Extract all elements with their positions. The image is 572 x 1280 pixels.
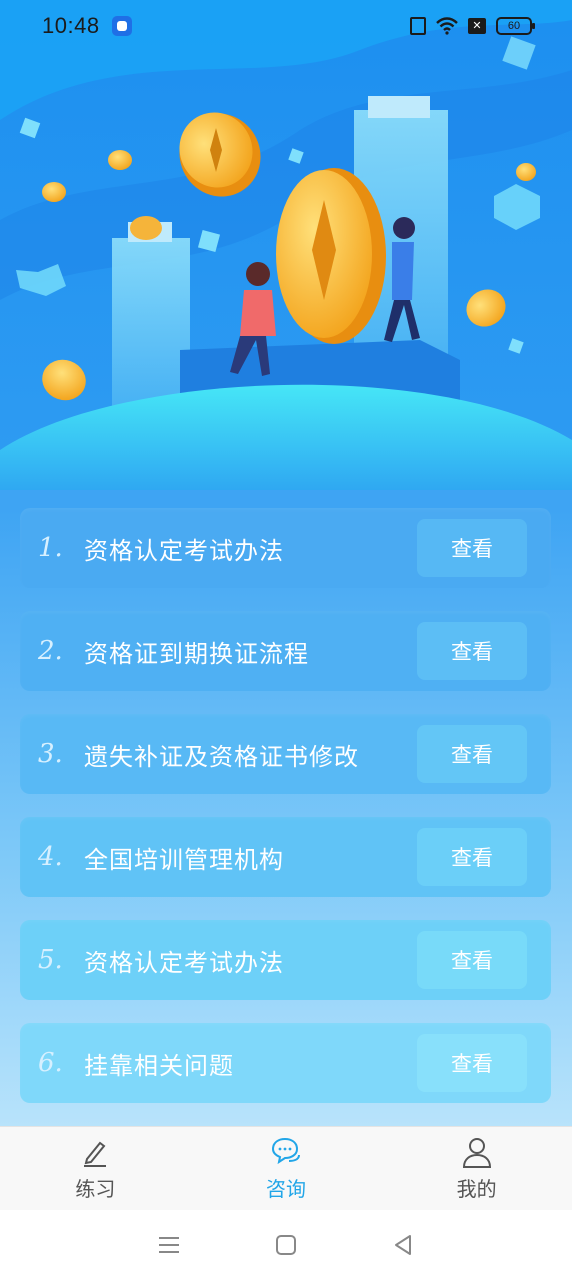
- view-button[interactable]: 查看: [417, 1034, 527, 1092]
- item-title: 全国培训管理机构: [84, 845, 284, 874]
- item-title: 资格认定考试办法: [84, 536, 284, 565]
- hero-banner: [0, 0, 572, 490]
- view-button[interactable]: 查看: [417, 725, 527, 783]
- item-number: 2.: [38, 636, 63, 666]
- view-button[interactable]: 查看: [417, 622, 527, 680]
- list-item: 3. 遗失补证及资格证书修改 查看: [20, 714, 551, 794]
- list-item: 2. 资格证到期换证流程 查看: [20, 611, 551, 691]
- view-button[interactable]: 查看: [417, 519, 527, 577]
- chat-bubbles-icon: [271, 1137, 300, 1165]
- item-title: 挂靠相关问题: [84, 1051, 234, 1080]
- item-title: 资格认定考试办法: [84, 948, 284, 977]
- system-nav-bar: [0, 1210, 572, 1280]
- view-button[interactable]: 查看: [417, 828, 527, 886]
- tab-label: 咨询: [266, 1177, 306, 1201]
- hero-illustration: [0, 0, 572, 490]
- item-number: 5.: [38, 945, 63, 975]
- home-square-icon[interactable]: [272, 1231, 300, 1259]
- list-item: 5. 资格认定考试办法 查看: [20, 920, 551, 1000]
- no-sim-icon: ✕: [468, 18, 486, 34]
- status-time: 10:48: [42, 13, 100, 38]
- bottom-tab-bar: 练习 咨询 我的: [0, 1126, 572, 1210]
- status-bar: 10:48 ✕ 60: [0, 0, 572, 52]
- list-item: 6. 挂靠相关问题 查看: [20, 1023, 551, 1103]
- topic-list: 1. 资格认定考试办法 查看 2. 资格证到期换证流程 查看 3. 遗失补证及资格证书修改 查看…: [20, 508, 551, 1126]
- app-screen: 10:48 ✕ 60 1. 资格认定考试办法 查看 2. 资格证到期换证流程 查看 3. 遗失…: [0, 0, 572, 1126]
- item-title: 资格证到期换证流程: [84, 639, 309, 668]
- item-number: 4.: [38, 842, 63, 872]
- item-number: 6.: [38, 1048, 63, 1078]
- back-triangle-icon[interactable]: [389, 1231, 417, 1259]
- tab-mine[interactable]: 我的: [381, 1127, 572, 1210]
- person-icon: [462, 1138, 491, 1168]
- tab-label: 练习: [75, 1177, 116, 1201]
- item-number: 3.: [38, 739, 63, 769]
- item-number: 1.: [38, 533, 63, 563]
- vibrate-icon: [410, 17, 426, 35]
- view-button[interactable]: 查看: [417, 931, 527, 989]
- tab-label: 我的: [456, 1177, 497, 1201]
- app-notification-icon: [111, 16, 132, 36]
- wifi-icon: [436, 17, 458, 35]
- list-item: 1. 资格认定考试办法 查看: [20, 508, 551, 588]
- menu-icon[interactable]: [155, 1231, 183, 1259]
- status-icons: ✕ 60: [410, 17, 535, 35]
- battery-icon: 60: [496, 17, 535, 35]
- tab-consult[interactable]: 咨询: [191, 1127, 382, 1210]
- list-item: 4. 全国培训管理机构 查看: [20, 817, 551, 897]
- item-title: 遗失补证及资格证书修改: [84, 742, 359, 771]
- tab-practice[interactable]: 练习: [0, 1127, 191, 1210]
- pencil-icon: [84, 1141, 107, 1167]
